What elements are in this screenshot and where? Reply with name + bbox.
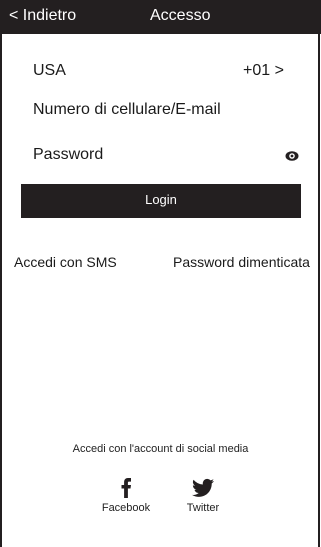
country-selector[interactable]: USA xyxy=(33,62,66,80)
sms-login-link[interactable]: Accedi con SMS xyxy=(14,254,117,270)
facebook-icon xyxy=(121,478,131,498)
twitter-button[interactable]: Twitter xyxy=(168,478,238,514)
password-input[interactable]: Password xyxy=(33,146,103,164)
facebook-label: Facebook xyxy=(101,502,151,514)
facebook-button[interactable]: Facebook xyxy=(91,478,161,514)
top-bar: < Indietro Accesso xyxy=(0,0,321,34)
twitter-icon xyxy=(192,478,214,497)
country-code[interactable]: +01 > xyxy=(243,62,284,80)
account-input[interactable]: Numero di cellulare/E-mail xyxy=(33,101,221,119)
app-frame xyxy=(0,0,320,547)
twitter-label: Twitter xyxy=(186,502,220,514)
login-button[interactable]: Login xyxy=(21,184,301,218)
back-button[interactable]: < Indietro xyxy=(9,7,76,25)
page-title: Accesso xyxy=(150,7,211,24)
social-login-title: Accedi con l'account di social media xyxy=(72,443,249,455)
eye-icon[interactable] xyxy=(285,150,299,162)
forgot-password-link[interactable]: Password dimenticata xyxy=(173,254,310,270)
